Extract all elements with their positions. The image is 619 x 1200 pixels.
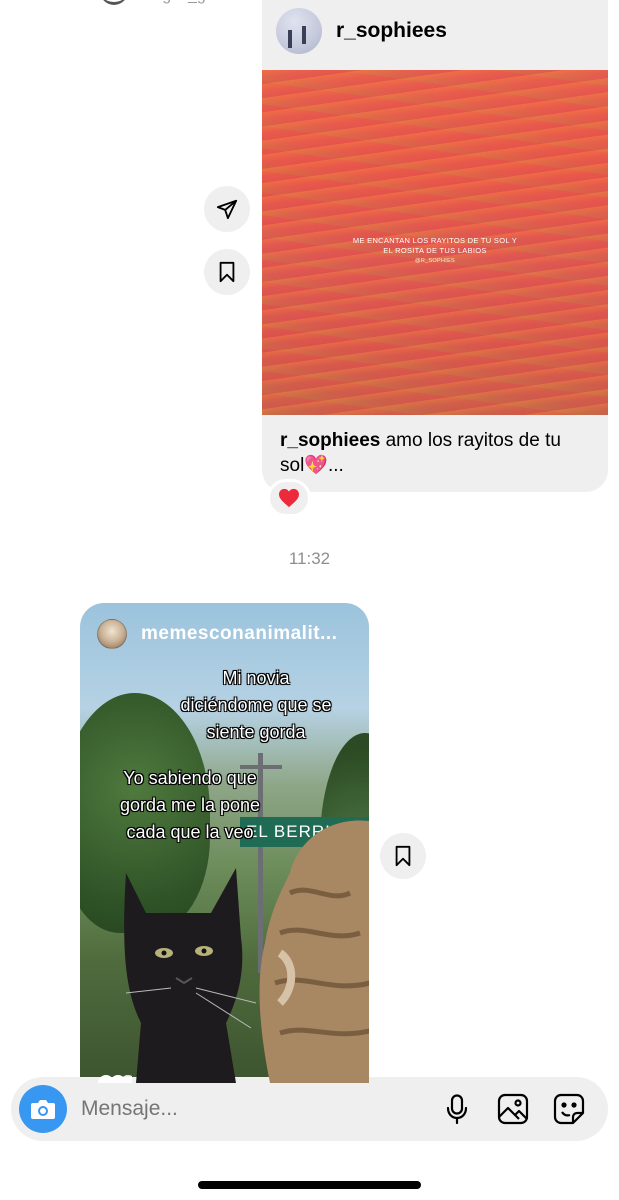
shared-post-image[interactable]: ME ENCANTAN LOS RAYITOS DE TU SOL Y EL R…	[262, 70, 608, 415]
shared-post-image-text: ME ENCANTAN LOS RAYITOS DE TU SOL Y EL R…	[262, 236, 608, 266]
header-avatar[interactable]	[100, 0, 128, 5]
image-icon	[497, 1093, 529, 1125]
reel-caption-top: Mi novia diciéndome que se siente gorda	[180, 668, 332, 742]
heart-icon	[279, 488, 299, 508]
thread-header-partial: ragos_galindo	[100, 0, 249, 6]
shared-post-caption[interactable]: r_sophiees amo los rayitos de tu sol💖...	[280, 428, 590, 478]
dm-thread-screen: ragos_galindo r_sophiees ME ENCANTAN LOS…	[0, 0, 619, 1200]
message-composer	[11, 1077, 608, 1141]
shared-post-avatar[interactable]	[276, 8, 322, 54]
heart-reaction[interactable]	[267, 479, 311, 517]
shared-reel-message[interactable]: EL BERRIN memesconanimalit... Mi novia d…	[80, 603, 369, 1083]
share-button[interactable]	[204, 186, 250, 232]
reel-caption-middle: Yo sabiendo que gorda me la pone cada qu…	[119, 768, 261, 842]
caption-username: r_sophiees	[280, 430, 381, 451]
save-post-button[interactable]	[204, 249, 250, 295]
header-username[interactable]: ragos_galindo	[148, 0, 249, 4]
sticker-icon	[553, 1093, 585, 1125]
gallery-button[interactable]	[492, 1088, 534, 1130]
save-reel-button[interactable]	[380, 833, 426, 879]
tabby-cat-image	[259, 820, 369, 1083]
shared-post-header[interactable]: r_sophiees	[276, 8, 447, 54]
black-cat-image	[124, 868, 257, 1083]
reel-header[interactable]: memesconanimalit...	[97, 619, 337, 649]
reel-type-icon	[98, 1075, 132, 1083]
camera-icon	[31, 1100, 55, 1119]
home-indicator[interactable]	[198, 1181, 421, 1189]
image-text-line-2: EL ROSITA DE TUS LABIOS	[383, 246, 487, 255]
send-icon	[216, 199, 238, 220]
voice-message-button[interactable]	[436, 1088, 478, 1130]
image-text-line-1: ME ENCANTAN LOS RAYITOS DE TU SOL Y	[352, 236, 518, 245]
microphone-icon	[446, 1094, 468, 1124]
image-text-handle: @R_SOPHIES	[414, 258, 456, 264]
shared-post-message[interactable]: r_sophiees ME ENCANTAN LOS RAYITOS DE TU…	[262, 0, 608, 492]
reel-username[interactable]: memesconanimalit...	[141, 623, 337, 645]
bookmark-icon	[395, 845, 411, 867]
sticker-button[interactable]	[548, 1088, 590, 1130]
shared-post-username[interactable]: r_sophiees	[336, 19, 447, 43]
bookmark-icon	[219, 261, 235, 283]
reel-avatar[interactable]	[97, 619, 127, 649]
camera-button[interactable]	[19, 1085, 67, 1133]
message-timestamp: 11:32	[288, 549, 331, 568]
message-input[interactable]	[81, 1097, 436, 1121]
